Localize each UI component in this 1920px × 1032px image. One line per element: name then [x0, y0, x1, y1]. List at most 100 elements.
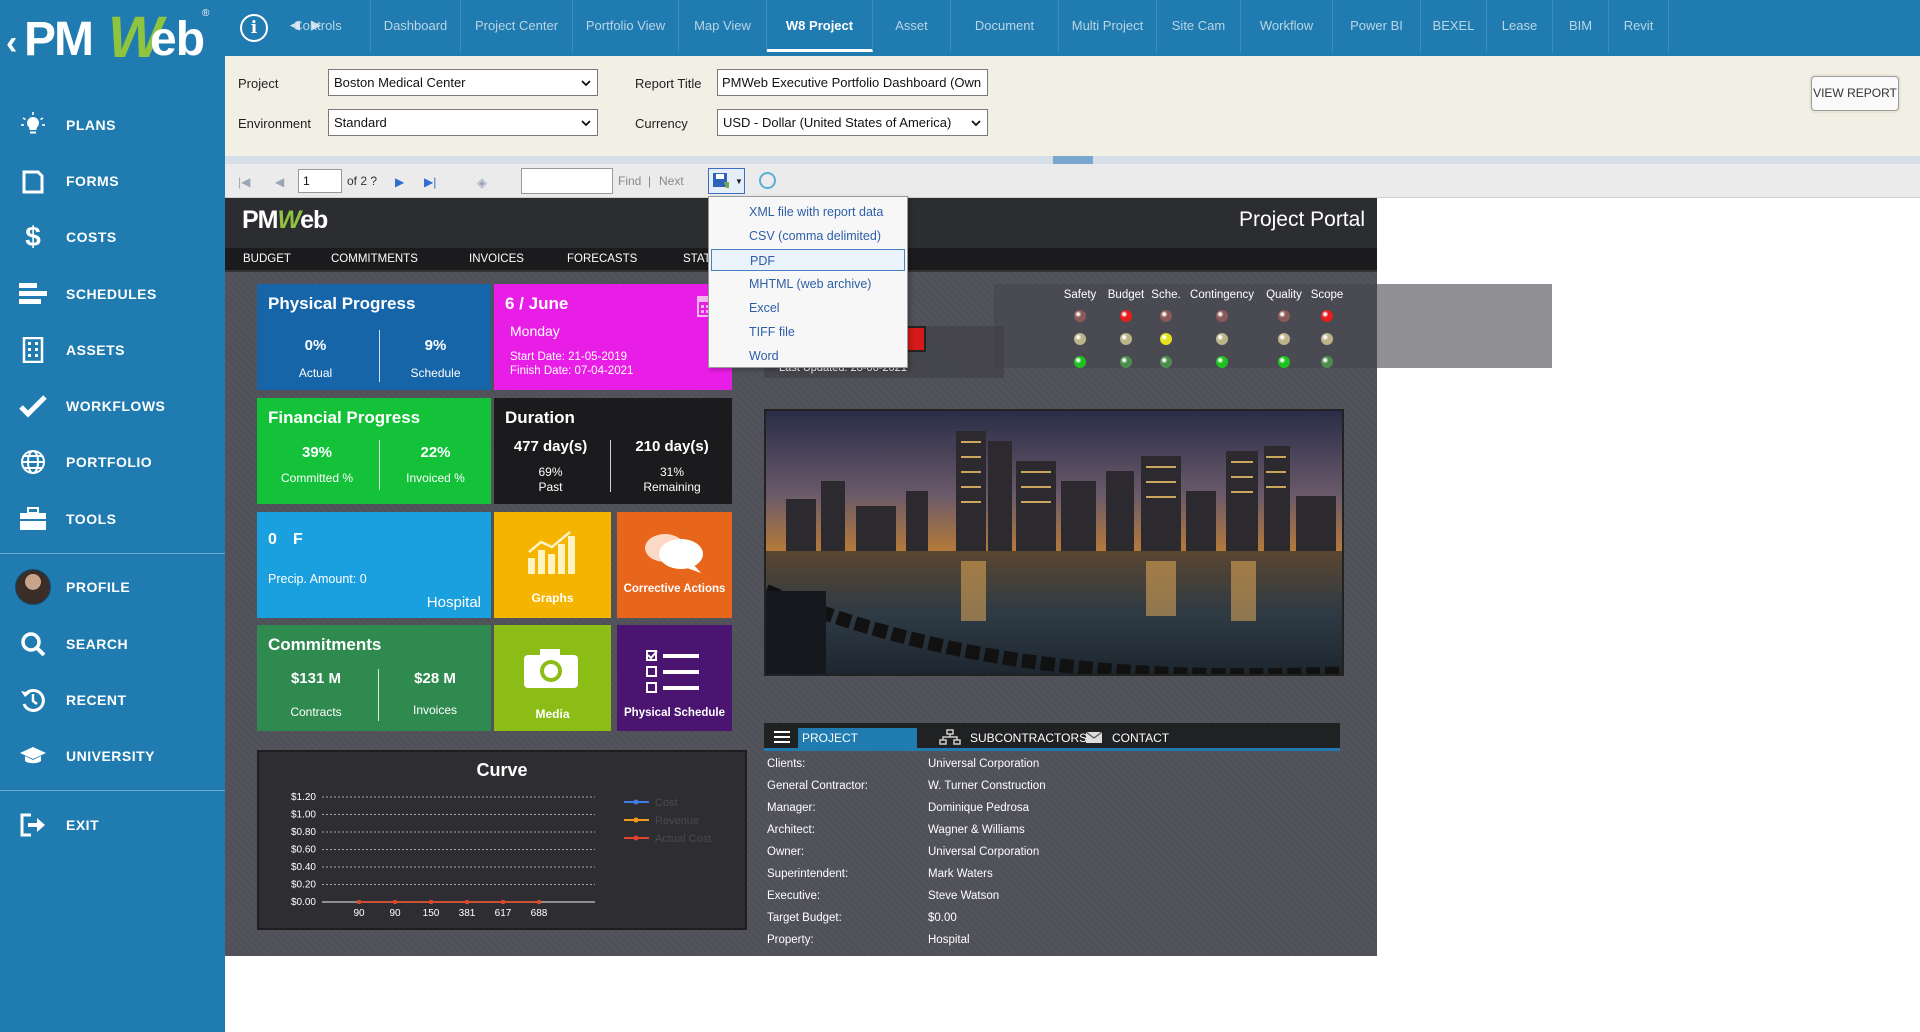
- sidebar-item-plans[interactable]: PLANS: [0, 103, 225, 147]
- tab-portfolio-view[interactable]: Portfolio View: [573, 0, 679, 52]
- info-label: Executive:: [767, 890, 821, 902]
- splitter-grip[interactable]: [1053, 156, 1093, 164]
- indicator-header-budget: Budget: [1107, 289, 1145, 301]
- export-option-excel[interactable]: Excel: [711, 297, 905, 319]
- remaining-label: Remaining: [643, 480, 701, 494]
- avatar: [15, 569, 51, 605]
- remaining-days: 210 day(s): [635, 438, 709, 455]
- export-option-word[interactable]: Word: [711, 345, 905, 367]
- graphs-tile[interactable]: Graphs: [494, 512, 611, 618]
- sidebar-item-forms[interactable]: FORMS: [0, 159, 225, 203]
- physical-progress-tile[interactable]: Physical Progress 0% Actual 9% Schedule: [257, 284, 491, 390]
- first-page-icon[interactable]: |◀: [238, 175, 250, 189]
- export-option-csv[interactable]: CSV (comma delimited): [711, 225, 905, 247]
- tab-w8-project[interactable]: W8 Project: [767, 0, 873, 52]
- report-nav-commitments[interactable]: COMMITMENTS: [331, 253, 418, 265]
- sidebar-item-label: RECENT: [66, 692, 127, 708]
- report-nav-forecasts[interactable]: FORECASTS: [567, 253, 637, 265]
- sidebar-item-university[interactable]: UNIVERSITY: [0, 734, 225, 778]
- sidebar-item-assets[interactable]: ASSETS: [0, 328, 225, 372]
- environment-select[interactable]: Standard: [328, 109, 598, 136]
- sidebar-item-portfolio[interactable]: PORTFOLIO: [0, 440, 225, 484]
- tab-bexel[interactable]: BEXEL: [1421, 0, 1487, 52]
- project-select[interactable]: Boston Medical Center: [328, 69, 598, 96]
- tab-dashboard[interactable]: Dashboard: [371, 0, 461, 52]
- chat-bubbles-icon: [645, 534, 703, 573]
- previous-page-icon[interactable]: ◀: [275, 175, 284, 189]
- sidebar-item-tools[interactable]: TOOLS: [0, 497, 225, 541]
- tab-document[interactable]: Document: [951, 0, 1059, 52]
- panel-splitter[interactable]: [225, 156, 1920, 164]
- legend-marker: [633, 817, 639, 823]
- export-option-xml[interactable]: XML file with report data: [711, 201, 905, 223]
- page-number-input[interactable]: 1: [298, 169, 342, 193]
- sidebar-separator: [0, 553, 225, 554]
- project-select-value: Boston Medical Center: [334, 75, 466, 90]
- indicator-light: [1120, 356, 1132, 368]
- tab-map-view[interactable]: Map View: [679, 0, 767, 52]
- corrective-actions-tile[interactable]: Corrective Actions: [617, 512, 732, 618]
- tab-revit[interactable]: Revit: [1609, 0, 1669, 52]
- commitments-tile[interactable]: Commitments $131 M Contracts $28 M Invoi…: [257, 625, 491, 731]
- x-tick-label: 381: [459, 908, 476, 919]
- tile-title: Duration: [505, 408, 575, 427]
- sidebar-item-schedules[interactable]: SCHEDULES: [0, 272, 225, 316]
- export-option-mhtml[interactable]: MHTML (web archive): [711, 273, 905, 295]
- tab-power-bi[interactable]: Power BI: [1333, 0, 1421, 52]
- tab-subcontractors[interactable]: SUBCONTRACTORS: [970, 731, 1087, 745]
- tab-workflow[interactable]: Workflow: [1241, 0, 1333, 52]
- contracts-label: Contracts: [290, 705, 342, 719]
- report-nav-invoices[interactable]: INVOICES: [469, 253, 524, 265]
- info-icon[interactable]: i: [240, 14, 268, 42]
- tab-lease[interactable]: Lease: [1487, 0, 1553, 52]
- environment-label: Environment: [238, 116, 311, 131]
- export-option-tiff[interactable]: TIFF file: [711, 321, 905, 343]
- pmweb-logo[interactable]: ‹ PM Web ®: [4, 5, 214, 70]
- view-report-button[interactable]: VIEW REPORT: [1811, 76, 1899, 111]
- tab-bim[interactable]: BIM: [1553, 0, 1609, 52]
- duration-tile[interactable]: Duration 477 day(s) 69% Past 210 day(s) …: [494, 398, 732, 504]
- report-title-input[interactable]: PMWeb Executive Portfolio Dashboard (Own: [717, 69, 988, 96]
- info-value: Universal Corporation: [928, 846, 1040, 858]
- indicator-light: [1278, 310, 1290, 322]
- tab-multi-project[interactable]: Multi Project: [1059, 0, 1157, 52]
- sidebar-item-search[interactable]: SEARCH: [0, 622, 225, 666]
- sidebar-item-costs[interactable]: $ COSTS: [0, 215, 225, 259]
- financial-progress-tile[interactable]: Financial Progress 39% Committed % 22% I…: [257, 398, 491, 504]
- y-tick-label: $0.80: [291, 827, 316, 838]
- report-nav-status[interactable]: STAT: [683, 253, 711, 265]
- tab-asset[interactable]: Asset: [873, 0, 951, 52]
- physical-schedule-tile[interactable]: Physical Schedule: [617, 625, 732, 731]
- find-input[interactable]: [521, 168, 613, 194]
- next-page-icon[interactable]: ▶: [395, 175, 404, 189]
- report-nav-budget[interactable]: BUDGET: [243, 253, 291, 265]
- weather-tile[interactable]: 0 F Precip. Amount: 0 Hospital: [257, 512, 491, 618]
- sidebar-item-exit[interactable]: EXIT: [0, 803, 225, 847]
- sidebar-item-profile[interactable]: PROFILE: [0, 565, 225, 609]
- legend-marker: [633, 799, 639, 805]
- date-tile[interactable]: 6 / June Monday Start Date: 21-05-2019 F…: [494, 284, 732, 390]
- gantt-icon: [0, 283, 66, 305]
- tab-site-cam[interactable]: Site Cam: [1157, 0, 1241, 52]
- hierarchy-icon: [939, 729, 961, 745]
- find-link[interactable]: Find: [618, 174, 641, 188]
- graphs-label: Graphs: [531, 591, 574, 605]
- find-next-link[interactable]: Next: [659, 174, 684, 188]
- environment-select-value: Standard: [334, 115, 387, 130]
- export-button[interactable]: ▼: [708, 168, 745, 194]
- past-pct: 69%: [538, 465, 563, 479]
- currency-select[interactable]: USD - Dollar (United States of America): [717, 109, 988, 136]
- tab-project[interactable]: PROJECT: [798, 728, 917, 748]
- dollar-icon: $: [25, 221, 41, 252]
- refresh-icon[interactable]: [759, 172, 776, 189]
- tab-controls[interactable]: Controls: [265, 0, 371, 52]
- back-to-parent-icon[interactable]: ◈: [477, 175, 487, 191]
- last-page-icon[interactable]: ▶|: [424, 175, 436, 189]
- tab-project-center[interactable]: Project Center: [461, 0, 573, 52]
- sidebar-item-workflows[interactable]: WORKFLOWS: [0, 384, 225, 428]
- tab-contact[interactable]: CONTACT: [1112, 731, 1169, 745]
- sidebar-item-recent[interactable]: RECENT: [0, 678, 225, 722]
- export-option-pdf[interactable]: PDF: [711, 249, 905, 271]
- media-tile[interactable]: Media: [494, 625, 611, 731]
- tile-divider: [610, 440, 611, 492]
